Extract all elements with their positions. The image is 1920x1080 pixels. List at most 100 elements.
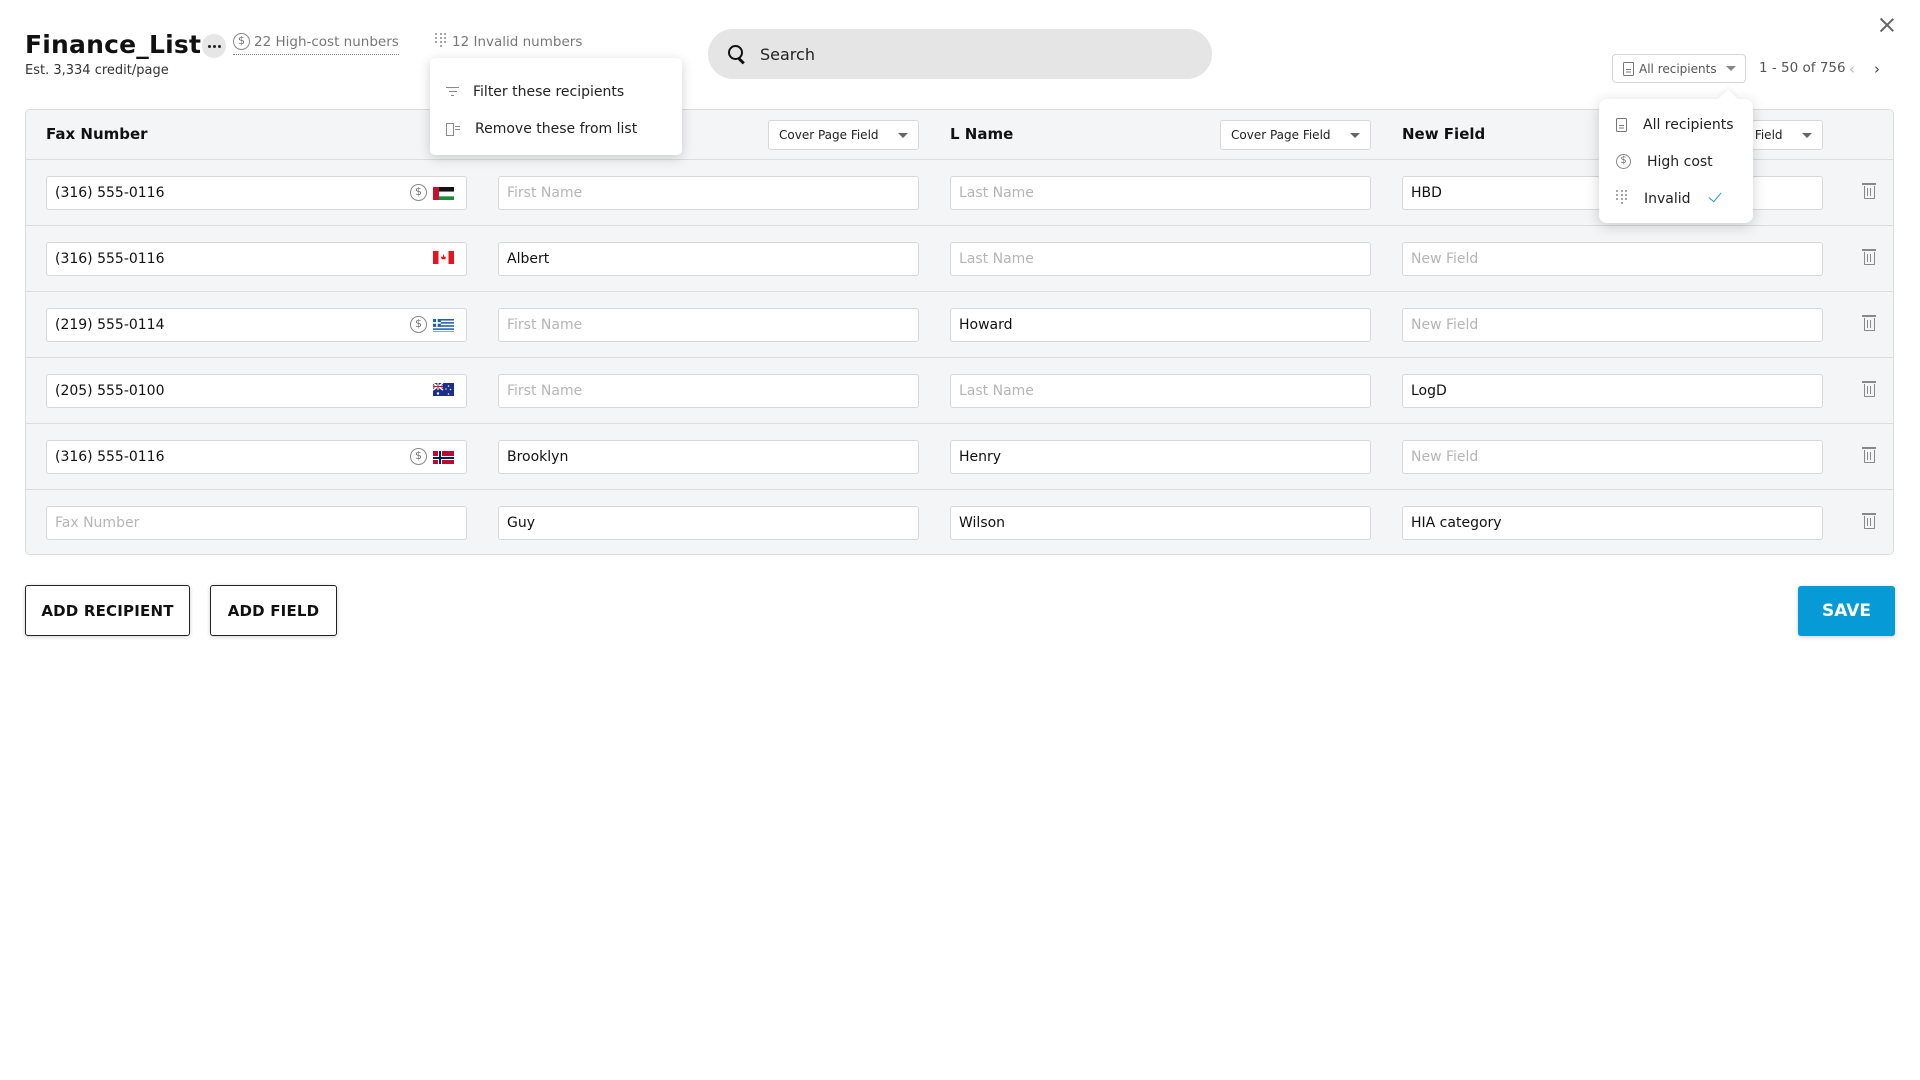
new-field-input[interactable] — [1403, 515, 1822, 531]
column-type-select-first-name[interactable]: Cover Page Field — [768, 120, 919, 150]
trash-icon[interactable] — [1862, 512, 1876, 530]
checkmark-icon — [1708, 188, 1722, 203]
more-options-button[interactable] — [202, 34, 226, 58]
filter-icon — [446, 86, 459, 97]
last-name-input[interactable] — [951, 449, 1370, 465]
last-name-input[interactable] — [951, 185, 1370, 201]
new-field-input-cell — [1402, 374, 1823, 408]
list-title: Finance_List — [25, 30, 202, 59]
table-row — [26, 490, 1893, 556]
first-name-input-cell — [498, 374, 919, 408]
first-name-input-cell — [498, 176, 919, 210]
fax-number-input[interactable] — [47, 251, 466, 267]
column-header-new-field: New Field — [1402, 125, 1486, 143]
first-name-input-cell — [498, 506, 919, 540]
trash-icon[interactable] — [1862, 248, 1876, 266]
fax-status-icons: $ — [410, 184, 454, 201]
fax-number-input-cell — [46, 242, 467, 276]
remove-list-icon — [446, 122, 461, 136]
last-name-input[interactable] — [951, 251, 1370, 267]
search-input[interactable] — [760, 44, 1180, 64]
last-name-input[interactable] — [951, 515, 1370, 531]
menu-item-label: Remove these from list — [475, 120, 638, 137]
menu-item-filter-recipients[interactable]: Filter these recipients — [430, 73, 682, 110]
last-name-input-cell — [950, 176, 1371, 210]
trash-icon[interactable] — [1862, 380, 1876, 398]
fax-number-input[interactable] — [47, 449, 466, 465]
select-value: Cover Page Field — [779, 128, 879, 142]
dollar-icon: $ — [1616, 154, 1631, 169]
high-cost-label: 22 High-cost nunbers — [254, 33, 399, 50]
table-row: $ — [26, 424, 1893, 490]
high-cost-numbers-link[interactable]: $ 22 High-cost nunbers — [233, 33, 399, 55]
menu-item-remove-from-list[interactable]: Remove these from list — [430, 110, 682, 147]
fax-status-icons: $ — [410, 448, 454, 465]
add-field-button[interactable]: ADD FIELD — [210, 585, 337, 636]
first-name-input[interactable] — [499, 317, 918, 333]
dollar-icon: $ — [410, 184, 427, 201]
first-name-input[interactable] — [499, 185, 918, 201]
fax-number-input[interactable] — [47, 515, 466, 531]
save-button[interactable]: SAVE — [1798, 586, 1895, 636]
last-name-input[interactable] — [951, 317, 1370, 333]
last-name-input[interactable] — [951, 383, 1370, 399]
greece-flag-icon — [433, 318, 454, 332]
first-name-input-cell — [498, 242, 919, 276]
new-field-input[interactable] — [1403, 317, 1822, 333]
dollar-icon: $ — [410, 316, 427, 333]
more-dots-icon — [207, 44, 211, 48]
fax-status-icons: $ — [410, 316, 454, 333]
table-row — [26, 226, 1893, 292]
invalid-numbers-link[interactable]: 12 Invalid numbers — [435, 33, 582, 50]
fax-status-icons — [433, 382, 454, 396]
last-name-input-cell — [950, 440, 1371, 474]
recipient-filter-popover: All recipients $ High cost Invalid — [1599, 99, 1753, 223]
first-name-input[interactable] — [499, 449, 918, 465]
new-field-input-cell — [1402, 506, 1823, 540]
dollar-icon: $ — [233, 33, 250, 50]
close-icon[interactable] — [1878, 16, 1896, 34]
search-bar[interactable] — [708, 29, 1212, 79]
fax-number-input[interactable] — [47, 383, 466, 399]
first-name-input-cell — [498, 308, 919, 342]
invalid-numbers-menu: Filter these recipients Remove these fro… — [430, 58, 682, 155]
dollar-icon: $ — [410, 448, 427, 465]
search-icon — [728, 45, 746, 63]
keypad-icon — [1616, 190, 1628, 207]
fax-number-input[interactable] — [47, 317, 466, 333]
first-name-input[interactable] — [499, 383, 918, 399]
trash-icon[interactable] — [1862, 314, 1876, 332]
column-type-select-last-name[interactable]: Cover Page Field — [1220, 120, 1371, 150]
last-name-input-cell — [950, 308, 1371, 342]
filter-option-invalid[interactable]: Invalid — [1599, 180, 1753, 217]
canada-flag-icon — [433, 250, 454, 264]
next-page-icon[interactable]: › — [1874, 60, 1880, 78]
trash-icon[interactable] — [1862, 446, 1876, 464]
invalid-numbers-label: 12 Invalid numbers — [452, 33, 583, 50]
fax-number-input[interactable] — [47, 185, 466, 201]
first-name-input[interactable] — [499, 251, 918, 267]
prev-page-icon[interactable]: ‹ — [1849, 60, 1855, 78]
filter-option-all-recipients[interactable]: All recipients — [1599, 106, 1753, 143]
chevron-down-icon — [1725, 66, 1736, 71]
first-name-input[interactable] — [499, 515, 918, 531]
add-recipient-button[interactable]: ADD RECIPIENT — [25, 585, 190, 636]
new-field-input[interactable] — [1403, 251, 1822, 267]
new-field-input[interactable] — [1403, 449, 1822, 465]
first-name-input-cell — [498, 440, 919, 474]
new-field-input[interactable] — [1403, 383, 1822, 399]
chevron-down-icon — [898, 133, 908, 138]
new-field-input-cell — [1402, 308, 1823, 342]
new-field-input-cell — [1402, 242, 1823, 276]
document-icon — [1616, 117, 1627, 132]
norway-flag-icon — [433, 450, 454, 464]
fax-number-input-cell: $ — [46, 176, 467, 210]
table-row: $ — [26, 292, 1893, 358]
recipient-filter-dropdown[interactable]: All recipients — [1612, 54, 1746, 83]
trash-icon[interactable] — [1862, 182, 1876, 200]
column-header-last-name: L Name — [950, 125, 1014, 143]
filter-option-high-cost[interactable]: $ High cost — [1599, 143, 1753, 180]
table-row — [26, 358, 1893, 424]
filter-option-label: Invalid — [1644, 190, 1691, 207]
australia-flag-icon — [433, 382, 454, 396]
